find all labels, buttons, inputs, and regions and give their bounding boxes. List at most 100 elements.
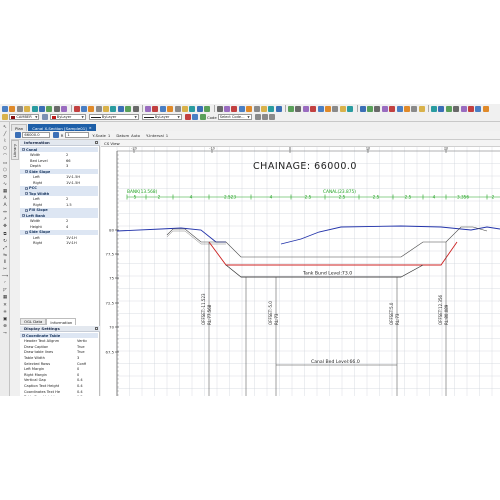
code-combo[interactable]: Select Code... ▼ xyxy=(217,114,252,120)
toolbar-tool-icon[interactable] xyxy=(468,105,475,112)
linetype-combo[interactable]: ByLayer ▼ xyxy=(88,114,139,120)
toolbar-tool-icon[interactable] xyxy=(445,105,452,112)
property-value[interactable]: 1V:1.5H xyxy=(66,181,80,185)
property-value[interactable]: 1.5 xyxy=(77,395,83,396)
lineweight-combo[interactable]: ByLayer ▼ xyxy=(141,114,182,120)
scale-icon[interactable]: ⤢ xyxy=(2,246,9,253)
array-icon[interactable]: ▦ xyxy=(2,295,9,302)
chamfer-icon[interactable]: ◸ xyxy=(2,288,9,295)
erase-icon[interactable]: ✕ xyxy=(2,303,9,310)
toolbar-tool-icon[interactable] xyxy=(53,105,60,112)
hatch-icon[interactable]: ▦ xyxy=(2,189,9,196)
property-row[interactable]: Selected Rows Confi xyxy=(20,361,98,366)
toolbar-tool-icon[interactable] xyxy=(359,105,366,112)
property-row[interactable]: Header Text Alignm Vertic xyxy=(20,339,98,344)
layer-manager-icon[interactable] xyxy=(2,114,8,120)
yscale-value[interactable]: 1 xyxy=(108,133,110,138)
property-value[interactable]: Confi xyxy=(77,362,86,366)
insert-icon[interactable]: ⊕ xyxy=(2,324,9,331)
text-icon[interactable]: A xyxy=(2,196,9,203)
toolbar-tool-icon[interactable] xyxy=(411,105,418,112)
chainage-input[interactable]: 66000.0 xyxy=(22,132,51,138)
code-settings-icon[interactable] xyxy=(254,114,261,120)
toolbar-tool-icon[interactable] xyxy=(145,105,152,112)
tab-canal-x-section[interactable]: Canal X-Section [Sample01] × xyxy=(28,124,96,131)
property-row[interactable]: Right 1V:1H xyxy=(20,241,98,246)
toolbar-tool-icon[interactable] xyxy=(189,105,196,112)
toolbar-tool-icon[interactable] xyxy=(196,105,203,112)
toolbar-tool-icon[interactable] xyxy=(117,105,124,112)
rotate-icon[interactable]: ↻ xyxy=(2,239,9,246)
toolbar-tool-icon[interactable] xyxy=(73,105,80,112)
block-icon[interactable]: ▣ xyxy=(2,317,9,324)
toolbar-tool-icon[interactable] xyxy=(325,105,332,112)
toolbar-tool-icon[interactable] xyxy=(389,105,396,112)
property-row[interactable]: Right Margin 0 xyxy=(20,372,98,377)
property-value[interactable]: 0 xyxy=(77,373,79,377)
property-value[interactable]: 0 xyxy=(77,367,79,371)
property-value[interactable]: 3 xyxy=(66,164,68,168)
mirror-icon[interactable]: ⇋ xyxy=(2,253,9,260)
property-row[interactable]: Coordinates Text He 0.4 xyxy=(20,389,98,394)
toolbar-tool-icon[interactable] xyxy=(88,105,95,112)
property-value[interactable]: 3 xyxy=(77,356,79,360)
toolbar-tool-icon[interactable] xyxy=(310,105,317,112)
property-row[interactable]: Table Width 3 xyxy=(20,355,98,360)
toolbar-tool-icon[interactable] xyxy=(332,105,339,112)
toolbar-tool-icon[interactable] xyxy=(80,105,87,112)
toolbar-tool-icon[interactable] xyxy=(132,105,139,112)
toolbar-tool-icon[interactable] xyxy=(46,105,53,112)
trim-icon[interactable]: ✂ xyxy=(2,267,9,274)
toolbar-tool-icon[interactable] xyxy=(159,105,166,112)
property-value[interactable]: True xyxy=(77,350,85,354)
datum-value[interactable]: Auto xyxy=(131,133,140,138)
code-list-icon[interactable] xyxy=(262,114,269,120)
match-properties-icon[interactable] xyxy=(184,114,191,120)
next-chainage-icon[interactable] xyxy=(53,132,60,138)
layer-combo[interactable]: CAMBER ▼ xyxy=(9,114,40,120)
polygon-icon[interactable]: ⬡ xyxy=(2,168,9,175)
toolbar-tool-icon[interactable] xyxy=(110,105,117,112)
toolbar-tool-icon[interactable] xyxy=(253,105,260,112)
toolbar-tool-icon[interactable] xyxy=(95,105,102,112)
collapse-icon[interactable]: − xyxy=(22,148,25,152)
toolbar-tool-icon[interactable] xyxy=(288,105,295,112)
property-value[interactable]: 0.4 xyxy=(77,384,83,388)
copy-icon[interactable]: ⧉ xyxy=(2,232,9,239)
toolbar-tool-icon[interactable] xyxy=(38,105,45,112)
color-combo[interactable]: ByLayer ▼ xyxy=(49,114,86,120)
property-value[interactable]: 0.4 xyxy=(77,378,83,382)
polyline-icon[interactable]: ⌇ xyxy=(2,139,9,146)
toolbar-tool-icon[interactable] xyxy=(152,105,159,112)
extend-icon[interactable]: ⟶ xyxy=(2,274,9,281)
layer-state-icon[interactable] xyxy=(42,114,49,120)
toolbar-tool-icon[interactable] xyxy=(2,105,8,112)
toolbar-tool-icon[interactable] xyxy=(24,105,31,112)
toolbar-tool-icon[interactable] xyxy=(366,105,373,112)
property-value[interactable]: 2 xyxy=(66,219,68,223)
toolbar-tool-icon[interactable] xyxy=(295,105,302,112)
close-icon[interactable]: × xyxy=(89,126,92,130)
toolbar-tool-icon[interactable] xyxy=(61,105,68,112)
layer-previous-icon[interactable] xyxy=(192,114,199,120)
toolbar-tool-icon[interactable] xyxy=(268,105,275,112)
toolbar-tool-icon[interactable] xyxy=(174,105,181,112)
toolbar-tool-icon[interactable] xyxy=(431,105,438,112)
toolbar-tool-icon[interactable] xyxy=(403,105,410,112)
yinterval-value[interactable]: 1 xyxy=(166,133,168,138)
collapse-icon[interactable]: − xyxy=(25,186,28,190)
collapse-icon[interactable]: − xyxy=(25,208,28,212)
toolbar-tool-icon[interactable] xyxy=(460,105,467,112)
previous-chainage-icon[interactable] xyxy=(15,132,21,138)
toolbar-tool-icon[interactable] xyxy=(216,105,223,112)
toolbar-tool-icon[interactable] xyxy=(246,105,253,112)
toolbar-tool-icon[interactable] xyxy=(418,105,425,112)
property-value[interactable]: 66 xyxy=(66,159,71,163)
toolbar-tool-icon[interactable] xyxy=(475,105,482,112)
code-filter-icon[interactable] xyxy=(269,114,276,120)
property-value[interactable]: 4 xyxy=(66,225,68,229)
toolbar-tool-icon[interactable] xyxy=(339,105,346,112)
pointer-icon[interactable]: ↖ xyxy=(2,125,9,132)
property-row[interactable]: Draw Caption True xyxy=(20,344,98,349)
pin-icon[interactable] xyxy=(95,141,98,144)
